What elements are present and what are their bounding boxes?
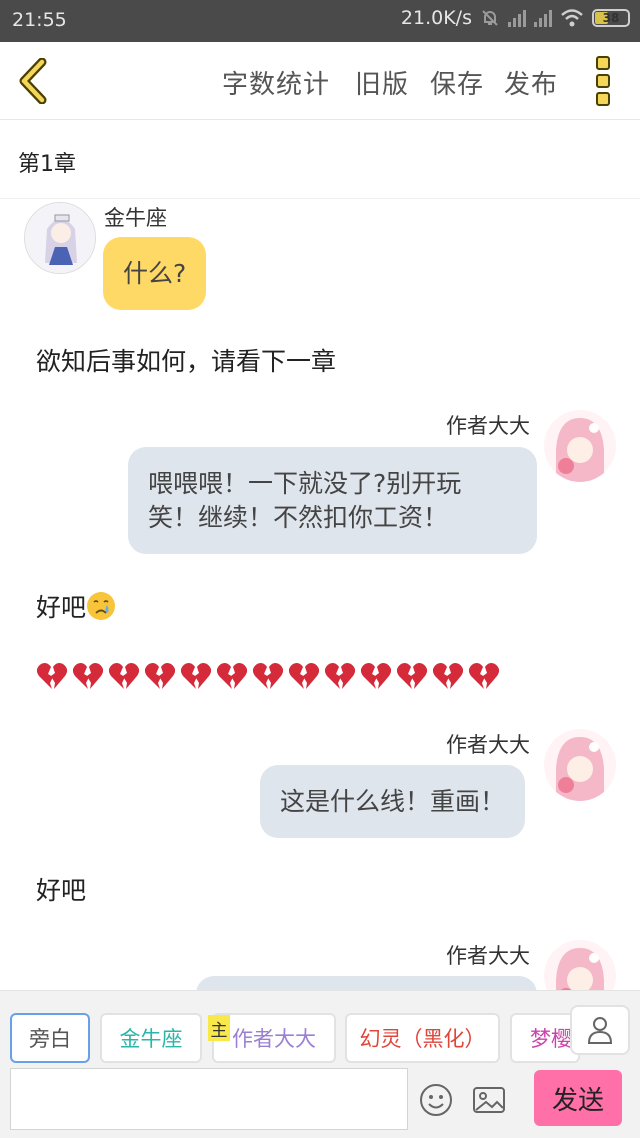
- old-version-button[interactable]: 旧版: [355, 64, 409, 101]
- author-avatar-image: [544, 410, 616, 482]
- narration-text: 好吧: [36, 593, 87, 622]
- word-count-button[interactable]: 字数统计: [222, 64, 330, 101]
- speaker-name: 金牛座: [104, 206, 167, 230]
- mute-bell-icon: [482, 10, 498, 26]
- role-label: 旁白: [29, 1027, 71, 1051]
- broken-hearts-row[interactable]: [36, 661, 500, 691]
- broken-heart-icon: [252, 663, 284, 689]
- battery-icon: 38: [592, 9, 630, 27]
- speaker-name: 作者大大: [446, 414, 530, 438]
- message-text: 什么?: [123, 259, 187, 288]
- role-chip-author[interactable]: 作者大大: [212, 1013, 336, 1063]
- role-chip-taurus[interactable]: 金牛座: [100, 1013, 202, 1063]
- speaker-name: 作者大大: [446, 944, 530, 968]
- crying-face-icon: [87, 592, 116, 620]
- role-label: 幻灵（黑化）: [359, 1027, 486, 1051]
- send-button[interactable]: 发送: [534, 1070, 622, 1126]
- person-icon: [587, 1017, 613, 1044]
- broken-heart-icon: [72, 663, 104, 689]
- more-menu-icon[interactable]: [596, 56, 612, 106]
- message-bubble[interactable]: [196, 976, 537, 990]
- broken-heart-icon: [144, 663, 176, 689]
- broken-heart-icon: [36, 663, 68, 689]
- broken-heart-icon: [396, 663, 428, 689]
- author-avatar-image: [544, 729, 616, 801]
- editor-toolbar: 字数统计 旧版 保存 发布: [0, 42, 640, 120]
- broken-heart-icon: [360, 663, 392, 689]
- role-label: 作者大大: [232, 1027, 316, 1051]
- taurus-avatar-image: [25, 203, 95, 273]
- status-bar: 21:55 21.0K/s 38: [0, 0, 640, 42]
- battery-level: 38: [602, 11, 620, 25]
- role-label: 金牛座: [119, 1027, 183, 1051]
- broken-heart-icon: [108, 663, 140, 689]
- speaker-name: 作者大大: [446, 733, 530, 757]
- host-badge: 主: [208, 1015, 230, 1041]
- broken-heart-icon: [288, 663, 320, 689]
- wifi-icon: [561, 9, 583, 27]
- broken-heart-icon: [216, 663, 248, 689]
- avatar-author[interactable]: [544, 940, 616, 990]
- status-time: 21:55: [12, 9, 67, 31]
- broken-heart-icon: [324, 663, 356, 689]
- chapter-title: 第1章: [18, 152, 76, 177]
- message-text-line: 喂喂喂！一下就没了?别开玩: [148, 469, 462, 498]
- role-label: 梦樱: [530, 1027, 572, 1051]
- narration-text[interactable]: 好吧: [36, 871, 86, 907]
- avatar-taurus[interactable]: [24, 202, 96, 274]
- broken-heart-icon: [180, 663, 212, 689]
- message-bubble[interactable]: 什么?: [103, 237, 207, 310]
- save-button[interactable]: 保存: [430, 64, 484, 101]
- publish-button[interactable]: 发布: [504, 64, 558, 101]
- message-bubble[interactable]: 喂喂喂！一下就没了?别开玩 笑！继续！不然扣你工资！: [128, 447, 537, 554]
- back-chevron-icon[interactable]: [14, 58, 54, 104]
- narration-text[interactable]: 欲知后事如何，请看下一章: [36, 342, 336, 378]
- avatar-author[interactable]: [544, 410, 616, 482]
- narration-block[interactable]: 好吧: [36, 588, 116, 624]
- role-chip-phantom[interactable]: 幻灵（黑化）: [345, 1013, 500, 1063]
- author-avatar-image: [544, 940, 616, 990]
- message-text-line: 笑！继续！不然扣你工资！: [148, 503, 449, 532]
- network-speed: 21.0K/s: [400, 7, 472, 29]
- message-text: 这是什么线！重画！: [280, 787, 506, 816]
- story-content[interactable]: 金牛座 什么? 欲知后事如何，请看下一章 作者大大 喂喂喂！一下就没了?别开玩 …: [0, 200, 640, 990]
- chapter-bar[interactable]: 第1章: [0, 121, 640, 199]
- emoji-icon[interactable]: [419, 1083, 453, 1117]
- avatar-author[interactable]: [544, 729, 616, 801]
- role-chip-narrator[interactable]: 旁白: [10, 1013, 90, 1063]
- status-icons: 21.0K/s 38: [401, 7, 630, 29]
- image-icon[interactable]: [472, 1083, 506, 1117]
- message-bubble[interactable]: 这是什么线！重画！: [260, 765, 526, 838]
- broken-heart-icon: [468, 663, 500, 689]
- composer-panel: 旁白 金牛座 作者大大 主 幻灵（黑化） 梦樱 发送: [0, 990, 640, 1138]
- add-role-button[interactable]: [570, 1005, 630, 1055]
- message-input[interactable]: [10, 1068, 408, 1130]
- signal-icon: [508, 9, 526, 27]
- broken-heart-icon: [432, 663, 464, 689]
- signal-icon-2: [534, 9, 552, 27]
